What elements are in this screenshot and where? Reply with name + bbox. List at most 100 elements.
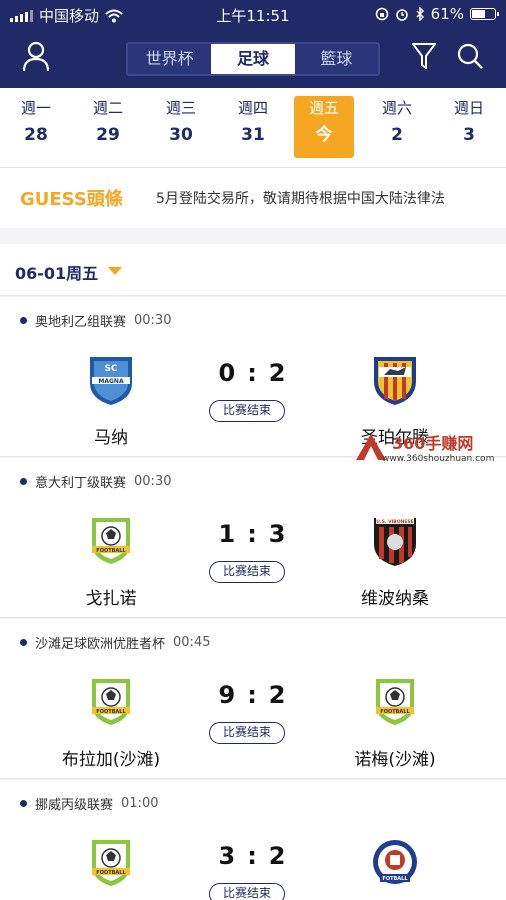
score-separator: : — [247, 842, 259, 870]
day-date: 2 — [391, 125, 403, 145]
date-label: 06-01周五 — [15, 264, 99, 283]
score-separator: : — [247, 681, 259, 709]
bluetooth-icon — [416, 7, 424, 21]
match-status: 比赛结束 — [209, 722, 285, 744]
football-crest-icon: FOOTBALL — [376, 679, 414, 725]
league-row: 奥地利乙组联赛 00:30 — [20, 311, 171, 330]
day-tue[interactable]: 週二 29 — [77, 96, 139, 158]
svg-text:FOOTBALL: FOOTBALL — [96, 548, 126, 554]
day-mon[interactable]: 週一 28 — [5, 96, 67, 158]
bullet-icon — [20, 317, 27, 324]
match-card[interactable]: 沙滩足球欧洲优胜者杯 00:45 FOOTBALL 9:2 比赛结束 FOOTBA… — [0, 619, 506, 779]
svg-text:U.S. VIBONESE: U.S. VIBONESE — [376, 519, 413, 525]
home-score: 0 — [218, 359, 238, 387]
football-crest-icon: FOOTBALL — [92, 840, 130, 886]
day-sat[interactable]: 週六 2 — [366, 96, 428, 158]
day-label: 週一 — [20, 99, 51, 117]
day-label: 週五 — [308, 99, 339, 117]
watermark: 360手赚网 www.360shouzhuan.com — [354, 430, 502, 470]
league-row: 沙滩足球欧洲优胜者杯 00:45 — [20, 633, 210, 652]
day-label: 週日 — [453, 99, 484, 117]
away-score: 3 — [268, 520, 288, 548]
top-bar: 中国移动 上午11:51 61% 世界杯 足球 籃球 — [0, 0, 506, 88]
tab-world-cup[interactable]: 世界杯 — [128, 44, 211, 74]
league-name: 意大利丁级联赛 — [35, 476, 127, 491]
league-name: 奥地利乙组联赛 — [35, 315, 127, 330]
day-thu[interactable]: 週四 31 — [222, 96, 284, 158]
football-crest-icon: FOOTBALL — [92, 679, 130, 725]
bullet-icon — [20, 478, 27, 485]
filter-icon[interactable] — [411, 42, 437, 70]
score: 0:2 — [200, 359, 306, 387]
away-score: 2 — [268, 681, 288, 709]
match-status: 比赛结束 — [209, 400, 285, 422]
league-name: 挪威丙级联赛 — [35, 798, 114, 813]
st-polten-crest-icon — [374, 357, 416, 405]
week-strip: 週一 28 週二 29 週三 30 週四 31 週五今 週六 2 週日 3 — [0, 88, 506, 168]
rotation-lock-icon — [375, 7, 388, 21]
guess-headline[interactable]: GUESS頭條 5月登陆交易所，敬请期待根据中国大陆法律法 — [0, 168, 506, 228]
day-date: 3 — [463, 125, 475, 145]
home-team: 布拉加(沙滩) — [61, 750, 161, 770]
status-bar: 中国移动 上午11:51 61% — [0, 0, 506, 28]
score: 9:2 — [200, 681, 306, 709]
home-team: 马纳 — [94, 428, 128, 448]
league-row: 挪威丙级联赛 01:00 — [20, 794, 158, 813]
vibonese-crest-icon: U.S. VIBONESE — [374, 518, 416, 566]
battery-percent: 61% — [430, 5, 464, 23]
day-date: 31 — [241, 125, 265, 145]
svg-text:SC: SC — [104, 364, 117, 374]
away-team: 维波纳桑 — [361, 589, 429, 609]
app-root: 中国移动 上午11:51 61% 世界杯 足球 籃球 週一 28 週二 29 週… — [0, 0, 506, 900]
svg-text:FOTBALL: FOTBALL — [382, 876, 408, 882]
tab-football[interactable]: 足球 — [211, 44, 295, 74]
match-time: 00:30 — [134, 474, 172, 489]
football-crest-icon: FOOTBALL — [92, 518, 130, 564]
match-card[interactable]: 挪威丙级联赛 01:00 FOOTBALL 3:2 比赛结束 FOTBALL — [0, 780, 506, 900]
day-date: 30 — [169, 125, 193, 145]
watermark-title: 360手赚网 — [392, 434, 474, 453]
league-name: 沙滩足球欧洲优胜者杯 — [35, 637, 166, 652]
match-status: 比赛结束 — [209, 561, 285, 583]
fotball-crest-icon: FOTBALL — [373, 840, 417, 884]
day-label: 週三 — [165, 99, 196, 117]
day-fri-today[interactable]: 週五今 — [294, 96, 354, 158]
match-card[interactable]: 意大利丁级联赛 00:30 FOOTBALL 1:3 比赛结束 U.S. VIBO… — [0, 458, 506, 618]
day-date: 今 — [315, 125, 333, 145]
date-selector[interactable]: 06-01周五 — [0, 244, 506, 296]
sport-tabs: 世界杯 足球 籃球 — [126, 42, 380, 76]
alarm-icon — [395, 9, 408, 21]
match-time: 00:45 — [173, 635, 211, 650]
away-score: 2 — [268, 359, 288, 387]
magna-crest-icon: MAGNA SC — [90, 357, 132, 405]
battery-icon — [470, 8, 499, 20]
day-label: 週二 — [92, 99, 123, 117]
svg-text:FOOTBALL: FOOTBALL — [96, 870, 126, 876]
home-score: 9 — [218, 681, 238, 709]
header-nav: 世界杯 足球 籃球 — [0, 28, 506, 88]
search-icon[interactable] — [456, 42, 484, 70]
home-score: 1 — [218, 520, 238, 548]
day-label: 週四 — [237, 99, 268, 117]
svg-text:MAGNA: MAGNA — [98, 378, 124, 385]
league-row: 意大利丁级联赛 00:30 — [20, 472, 171, 491]
status-right: 61% — [375, 5, 499, 23]
day-sun[interactable]: 週日 3 — [438, 96, 500, 158]
day-date: 28 — [24, 125, 48, 145]
match-time: 00:30 — [134, 313, 172, 328]
tab-basketball[interactable]: 籃球 — [295, 44, 378, 74]
svg-text:FOOTBALL: FOOTBALL — [380, 709, 410, 715]
away-team: 诺梅(沙滩) — [354, 750, 436, 770]
battery-fill — [472, 10, 485, 18]
match-status: 比赛结束 — [209, 883, 285, 900]
score: 3:2 — [200, 842, 306, 870]
away-score: 2 — [268, 842, 288, 870]
match-time: 01:00 — [121, 796, 159, 811]
headline-text: 5月登陆交易所，敬请期待根据中国大陆法律法 — [156, 191, 445, 207]
user-icon[interactable] — [22, 40, 50, 72]
bullet-icon — [20, 639, 27, 646]
home-score: 3 — [218, 842, 238, 870]
home-team: 戈扎诺 — [85, 589, 137, 609]
score-separator: : — [247, 359, 259, 387]
day-wed[interactable]: 週三 30 — [150, 96, 212, 158]
